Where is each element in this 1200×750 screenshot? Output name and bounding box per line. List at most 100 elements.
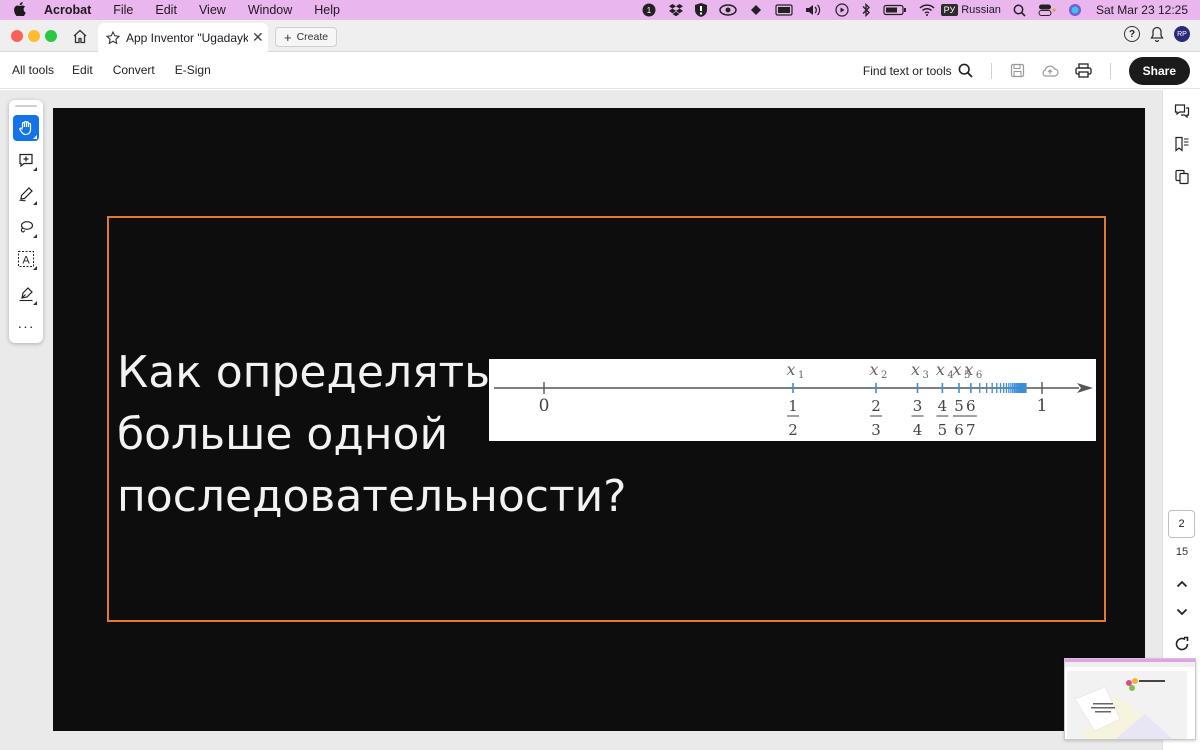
draw-tool-button[interactable] (13, 181, 39, 207)
acrobat-tab-bar: App Inventor "Ugadayk... ✕ + Create ? RP (0, 20, 1200, 52)
menu-edit[interactable]: Edit (155, 3, 177, 17)
cloud-upload-icon[interactable] (1041, 64, 1059, 78)
fraction-denominator: 5 (938, 421, 948, 439)
create-label: Create (296, 31, 329, 43)
menubar-clock[interactable]: Sat Mar 23 12:25 (1096, 3, 1188, 17)
fraction-denominator: 2 (788, 421, 798, 439)
sequence-point-label: x (786, 360, 795, 379)
save-icon[interactable] (1010, 63, 1025, 78)
bookmarks-panel-icon[interactable] (1173, 135, 1191, 153)
total-pages-label: 15 (1175, 546, 1189, 558)
submenu-indicator (33, 234, 37, 238)
app-menu-acrobat[interactable]: Acrobat (44, 3, 91, 17)
search-icon[interactable] (958, 63, 973, 78)
status-tray: 1 РУ Russian Sat Mar 23 12:25 (635, 0, 1200, 20)
more-horizontal-icon: ··· (17, 318, 35, 334)
menu-file[interactable]: File (113, 3, 133, 17)
avatar[interactable]: RP (1174, 26, 1190, 42)
dropbox-icon[interactable] (668, 4, 683, 16)
toolbar-right-group: Find text or tools Share (863, 56, 1190, 85)
apple-menu-icon[interactable] (14, 1, 30, 19)
fraction-numerator: 2 (871, 397, 881, 415)
window-zoom-button[interactable] (45, 30, 57, 42)
print-icon[interactable] (1074, 63, 1092, 78)
submenu-indicator (33, 266, 37, 270)
label-one: 1 (1037, 396, 1048, 416)
next-page-button[interactable] (1163, 604, 1200, 619)
bell-icon[interactable] (1150, 26, 1164, 42)
right-side-rail: 2 15 (1162, 90, 1200, 750)
sequence-point-subscript: 3 (923, 370, 929, 381)
text-select-tool-button[interactable]: A (13, 246, 39, 272)
display-icon[interactable] (775, 4, 793, 16)
number-line-figure: 01x112x223x334x445x556x667 (489, 359, 1096, 441)
refresh-button[interactable] (1163, 636, 1200, 655)
help-icon[interactable]: ? (1124, 26, 1140, 42)
comments-panel-icon[interactable] (1173, 102, 1191, 120)
fraction-numerator: 4 (938, 397, 948, 415)
sequence-point-subscript: 2 (881, 370, 887, 381)
volume-icon[interactable] (805, 4, 823, 16)
home-icon[interactable] (69, 25, 91, 47)
edit-button[interactable]: Edit (72, 63, 93, 77)
eye-tracker-icon[interactable] (718, 4, 737, 16)
input-source-badge[interactable]: РУ (940, 4, 959, 16)
sequence-point-label: x (870, 360, 879, 379)
bluetooth-icon[interactable] (861, 3, 871, 17)
number-line-svg: 0 1x 112x 223x 334x 445x 556x 667 (494, 360, 1093, 439)
window-close-button[interactable] (11, 30, 23, 42)
fountain-pen-icon (19, 287, 33, 302)
lasso-tool-button[interactable] (13, 214, 39, 240)
sequence-point-label: x (964, 360, 973, 379)
pages-panel-icon[interactable] (1173, 168, 1191, 186)
sequence-point-label: x (911, 360, 920, 379)
axis-arrowhead (1077, 383, 1093, 393)
creative-cloud-icon[interactable]: 1 (641, 3, 657, 17)
submenu-indicator (33, 167, 37, 171)
thumbnail-image (1065, 659, 1195, 739)
battery-icon[interactable] (883, 4, 907, 16)
siri-icon[interactable] (1068, 3, 1082, 17)
fraction-numerator: 3 (913, 397, 923, 415)
previous-page-button[interactable] (1163, 576, 1200, 591)
sequence-point-label: x (936, 360, 945, 379)
menu-window[interactable]: Window (248, 3, 292, 17)
spotlight-search-icon[interactable] (1013, 4, 1026, 17)
share-button[interactable]: Share (1128, 56, 1190, 85)
play-icon[interactable] (835, 3, 849, 17)
all-tools-button[interactable]: All tools (12, 63, 54, 77)
sequence-point-subscript: 1 (798, 370, 804, 381)
input-language-label[interactable]: Russian (961, 4, 1001, 16)
control-center-icon[interactable] (1038, 4, 1056, 16)
menu-view[interactable]: View (199, 3, 226, 17)
add-comment-button[interactable] (13, 147, 39, 173)
hand-icon (19, 120, 32, 136)
palette-grip[interactable] (15, 105, 37, 107)
current-page-input[interactable]: 2 (1168, 510, 1195, 538)
close-tab-icon[interactable]: ✕ (252, 29, 264, 46)
refresh-icon (1175, 636, 1189, 651)
lasso-icon (20, 221, 34, 233)
find-text-or-tools-button[interactable]: Find text or tools (863, 64, 952, 78)
wifi-icon[interactable] (919, 4, 935, 16)
fraction-numerator: 5 (954, 397, 964, 415)
hand-tool-button[interactable] (13, 115, 39, 141)
toolbar-divider-2 (1109, 62, 1111, 79)
esign-button[interactable]: E-Sign (175, 63, 211, 77)
chevron-down-icon (1176, 608, 1188, 616)
comment-plus-icon (19, 153, 33, 168)
acrobat-toolbar: All tools Edit Convert E-Sign Find text … (0, 52, 1200, 89)
convert-button[interactable]: Convert (113, 63, 155, 77)
window-minimize-button[interactable] (28, 30, 40, 42)
more-tools-button[interactable]: ··· (13, 313, 39, 339)
shield-icon[interactable] (694, 3, 707, 17)
menu-help[interactable]: Help (314, 3, 340, 17)
sign-tool-button[interactable] (13, 281, 39, 307)
star-icon[interactable] (106, 30, 120, 45)
label-zero: 0 (539, 396, 550, 416)
app-diamond-icon[interactable] (749, 4, 763, 16)
create-button[interactable]: + Create (275, 27, 338, 47)
document-tab[interactable]: App Inventor "Ugadayk... ✕ (98, 23, 268, 52)
chevron-up-icon (1176, 580, 1188, 588)
page-thumbnail-preview[interactable] (1064, 658, 1196, 740)
